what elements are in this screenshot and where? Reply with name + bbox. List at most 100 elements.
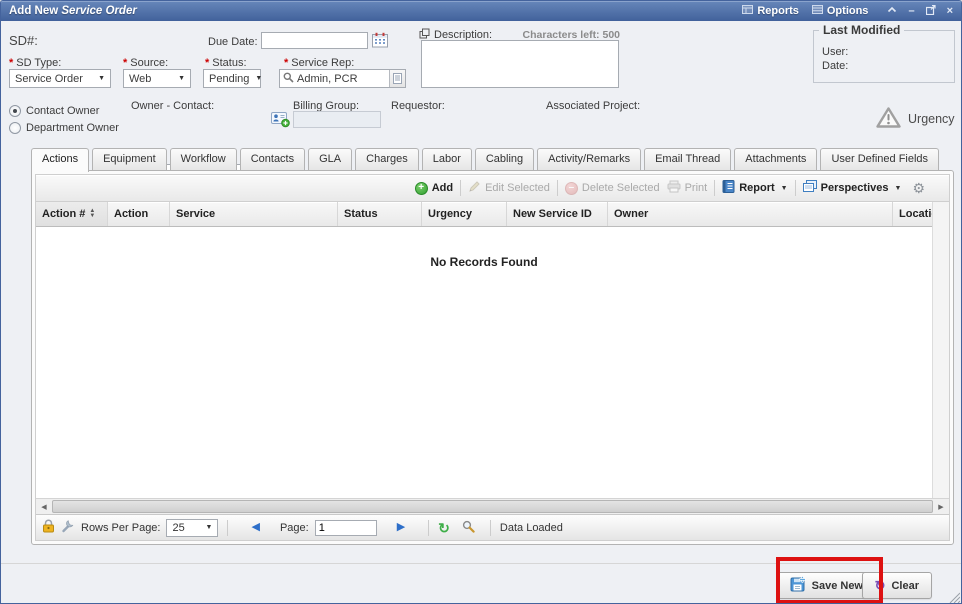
pager-separator [227,520,228,536]
next-page-icon[interactable]: ▶ [397,522,405,533]
print-label: Print [685,182,708,194]
rows-per-page-select[interactable]: 25▼ [166,519,218,537]
calendar-icon[interactable] [372,32,388,51]
grid-header-row: Action #▲▼ Action Service Status Urgency… [36,202,932,227]
tab-email-thread[interactable]: Email Thread [644,148,731,170]
contact-owner-radio[interactable]: Contact Owner [9,105,99,117]
window-title-entity: Service Order [61,5,136,17]
report-book-icon [722,180,735,196]
search-grid-icon[interactable] [462,520,475,536]
resize-grip[interactable] [947,590,960,603]
tab-contacts[interactable]: Contacts [240,148,305,170]
last-modified-title: Last Modified [819,23,904,37]
chevron-down-icon: ▼ [895,185,902,192]
status-value: Pending [209,73,249,85]
tab-equipment[interactable]: Equipment [92,148,167,170]
refresh-icon[interactable]: ↻ [438,521,450,535]
edit-selected-label: Edit Selected [485,182,550,194]
actions-grid: +Add Edit Selected –Delete Selected Prin… [35,174,950,541]
column-header-service[interactable]: Service [170,202,338,226]
clear-button[interactable]: ↻ Clear [862,572,932,599]
required-marker: * [9,57,13,69]
urgency-indicator[interactable]: Urgency [875,106,955,132]
window-title: Add New Service Order [9,5,137,17]
save-icon [790,576,806,595]
source-value: Web [129,73,151,85]
service-order-form: SD#: Due Date: Description: Characters l… [1,21,961,148]
reports-button[interactable]: Reports [742,4,799,18]
column-header-action[interactable]: Action [108,202,170,226]
column-header-location[interactable]: Location [893,202,932,226]
tab-cabling[interactable]: Cabling [475,148,534,170]
tab-actions[interactable]: Actions [31,148,89,172]
gear-icon[interactable]: ⚙ [912,180,925,197]
tab-attachments[interactable]: Attachments [734,148,817,170]
source-select[interactable]: Web▼ [123,69,191,88]
options-button[interactable]: Options [812,4,869,18]
service-rep-browse-button[interactable] [389,70,405,87]
due-date-label: Due Date: [208,36,258,48]
add-contact-icon[interactable] [271,111,290,131]
tab-user-defined-fields[interactable]: User Defined Fields [820,148,939,170]
horizontal-scrollbar[interactable]: ◀ ▶ [36,498,949,514]
status-select[interactable]: Pending▼ [203,69,261,88]
due-date-input[interactable] [261,32,368,49]
close-icon[interactable]: × [947,6,953,17]
perspectives-label: Perspectives [821,182,889,194]
collapse-icon[interactable] [887,6,897,17]
source-label: Source: [130,57,168,69]
tab-charges[interactable]: Charges [355,148,419,170]
sd-type-value: Service Order [15,73,83,85]
tab-strip: Actions Equipment Workflow Contacts GLA … [31,148,961,171]
delete-icon: – [565,182,578,195]
minimize-icon[interactable]: – [908,6,914,17]
page-number-input[interactable] [315,520,377,536]
pager-separator [490,520,491,536]
column-header-status[interactable]: Status [338,202,422,226]
chevron-down-icon: ▼ [98,75,105,82]
tab-activity-remarks[interactable]: Activity/Remarks [537,148,641,170]
service-rep-combo[interactable]: Admin, PCR [279,69,406,88]
owner-contact-label: Owner - Contact: [131,100,214,112]
tab-labor[interactable]: Labor [422,148,472,170]
window-titlebar: Add New Service Order Reports Options – … [1,1,961,21]
toolbar-separator [557,180,558,196]
print-button[interactable]: Print [667,180,708,196]
lock-icon[interactable] [42,519,55,536]
column-header-owner[interactable]: Owner [608,202,893,226]
pager-status: Data Loaded [500,522,563,534]
sd-type-select[interactable]: Service Order ▼ [9,69,111,88]
grid-body: No Records Found [36,227,932,498]
department-owner-label: Department Owner [26,122,119,134]
report-label: Report [739,182,774,194]
delete-selected-button[interactable]: –Delete Selected [565,182,660,195]
options-label: Options [827,5,869,17]
scroll-left-icon[interactable]: ◀ [36,499,52,514]
column-header-new-service-id[interactable]: New Service ID [507,202,608,226]
tab-gla[interactable]: GLA [308,148,352,170]
add-button[interactable]: +Add [415,182,453,195]
edit-selected-button[interactable]: Edit Selected [468,180,550,196]
clear-label: Clear [891,580,919,592]
sd-number-label: SD#: [9,33,38,48]
previous-page-icon[interactable]: ◀ [251,522,259,533]
grid-pager: Rows Per Page: 25▼ ◀ Page: ▶ ↻ Data Load… [36,514,949,540]
scroll-right-icon[interactable]: ▶ [933,499,949,514]
popout-icon[interactable] [926,5,936,18]
description-textarea[interactable] [421,40,619,88]
column-header-action-number[interactable]: Action #▲▼ [36,202,108,226]
save-new-label: Save New [812,580,863,592]
options-icon [812,4,823,18]
billing-group-input [293,111,381,128]
chevron-down-icon: ▼ [781,185,788,192]
last-modified-user-label: User: [822,46,946,58]
department-owner-radio[interactable]: Department Owner [9,122,119,134]
report-button[interactable]: Report ▼ [722,180,787,196]
wrench-icon[interactable] [61,519,75,536]
page-label: Page: [280,522,309,534]
tab-workflow[interactable]: Workflow [170,148,237,170]
scrollbar-thumb[interactable] [52,500,933,513]
column-header-urgency[interactable]: Urgency [422,202,507,226]
search-icon [283,72,294,86]
perspectives-button[interactable]: Perspectives ▼ [803,180,902,196]
